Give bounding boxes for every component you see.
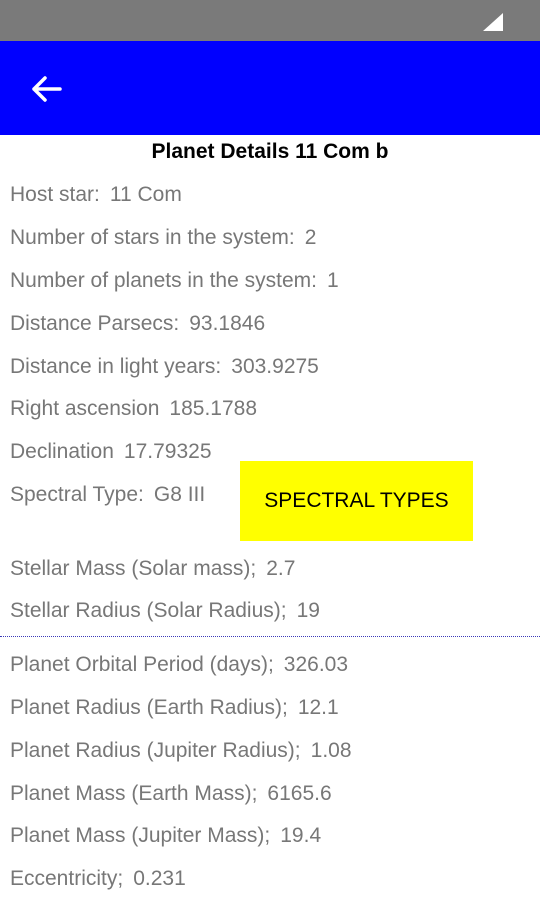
stars-count-row: Number of stars in the system: 2 xyxy=(10,226,316,250)
back-button[interactable] xyxy=(20,66,74,112)
declination-row: Declination 17.79325 xyxy=(10,440,212,464)
host-star-row: Host star: 11 Com xyxy=(10,183,182,207)
detail-value: 303.9275 xyxy=(231,355,319,378)
orbital-period-row: Planet Orbital Period (days); 326.03 xyxy=(10,653,348,677)
stellar-radius-row: Stellar Radius (Solar Radius); 19 xyxy=(10,599,320,623)
detail-value: 19.4 xyxy=(280,824,322,847)
detail-value: 93.1846 xyxy=(189,312,266,335)
detail-label: Right ascension xyxy=(10,397,160,420)
section-divider xyxy=(0,636,540,637)
detail-label: Distance in light years: xyxy=(10,355,222,378)
detail-label: Planet Mass (Jupiter Mass); xyxy=(10,824,271,847)
detail-label: Planet Radius (Earth Radius); xyxy=(10,696,288,719)
detail-value: 17.79325 xyxy=(123,440,212,463)
detail-value: 6165.6 xyxy=(267,782,332,805)
detail-value: 1.08 xyxy=(310,739,352,762)
distance-light-years-row: Distance in light years: 303.9275 xyxy=(10,355,319,379)
detail-label: Stellar Mass (Solar mass); xyxy=(10,557,257,580)
planet-mass-jupiter-row: Planet Mass (Jupiter Mass); 19.4 xyxy=(10,824,321,848)
detail-value: G8 III xyxy=(153,483,206,506)
detail-value: 11 Com xyxy=(109,183,182,206)
planets-count-row: Number of planets in the system: 1 xyxy=(10,269,339,293)
right-ascension-row: Right ascension 185.1788 xyxy=(10,397,257,421)
detail-label: Eccentricity; xyxy=(10,867,124,890)
stellar-mass-row: Stellar Mass (Solar mass); 2.7 xyxy=(10,557,295,581)
spectral-type-row: Spectral Type: G8 III xyxy=(10,483,205,507)
detail-label: Spectral Type: xyxy=(10,483,144,506)
planet-radius-earth-row: Planet Radius (Earth Radius); 12.1 xyxy=(10,696,339,720)
detail-label: Planet Radius (Jupiter Radius); xyxy=(10,739,301,762)
detail-value: 1 xyxy=(326,269,339,292)
detail-label: Distance Parsecs: xyxy=(10,312,180,335)
detail-value: 2.7 xyxy=(266,557,296,580)
detail-label: Planet Orbital Period (days); xyxy=(10,653,274,676)
status-bar xyxy=(0,0,540,41)
page-title: Planet Details 11 Com b xyxy=(151,140,389,163)
detail-value: 12.1 xyxy=(297,696,339,719)
detail-value: 185.1788 xyxy=(169,397,258,420)
distance-parsecs-row: Distance Parsecs: 93.1846 xyxy=(10,312,265,336)
eccentricity-row: Eccentricity; 0.231 xyxy=(10,867,186,891)
spectral-types-button[interactable]: SPECTRAL TYPES xyxy=(240,461,473,541)
planet-mass-earth-row: Planet Mass (Earth Mass); 6165.6 xyxy=(10,782,332,806)
detail-value: 0.231 xyxy=(133,867,186,890)
detail-label: Declination xyxy=(10,440,114,463)
detail-value: 19 xyxy=(296,599,320,622)
arrow-left-icon xyxy=(32,76,62,102)
planet-radius-jupiter-row: Planet Radius (Jupiter Radius); 1.08 xyxy=(10,739,352,763)
detail-label: Number of stars in the system: xyxy=(10,226,295,249)
detail-label: Stellar Radius (Solar Radius); xyxy=(10,599,287,622)
signal-icon xyxy=(483,13,503,31)
app-bar xyxy=(0,41,540,135)
detail-value: 2 xyxy=(304,226,317,249)
detail-label: Number of planets in the system: xyxy=(10,269,317,292)
detail-value: 326.03 xyxy=(283,653,349,676)
detail-label: Planet Mass (Earth Mass); xyxy=(10,782,258,805)
detail-label: Host star: xyxy=(10,183,100,206)
